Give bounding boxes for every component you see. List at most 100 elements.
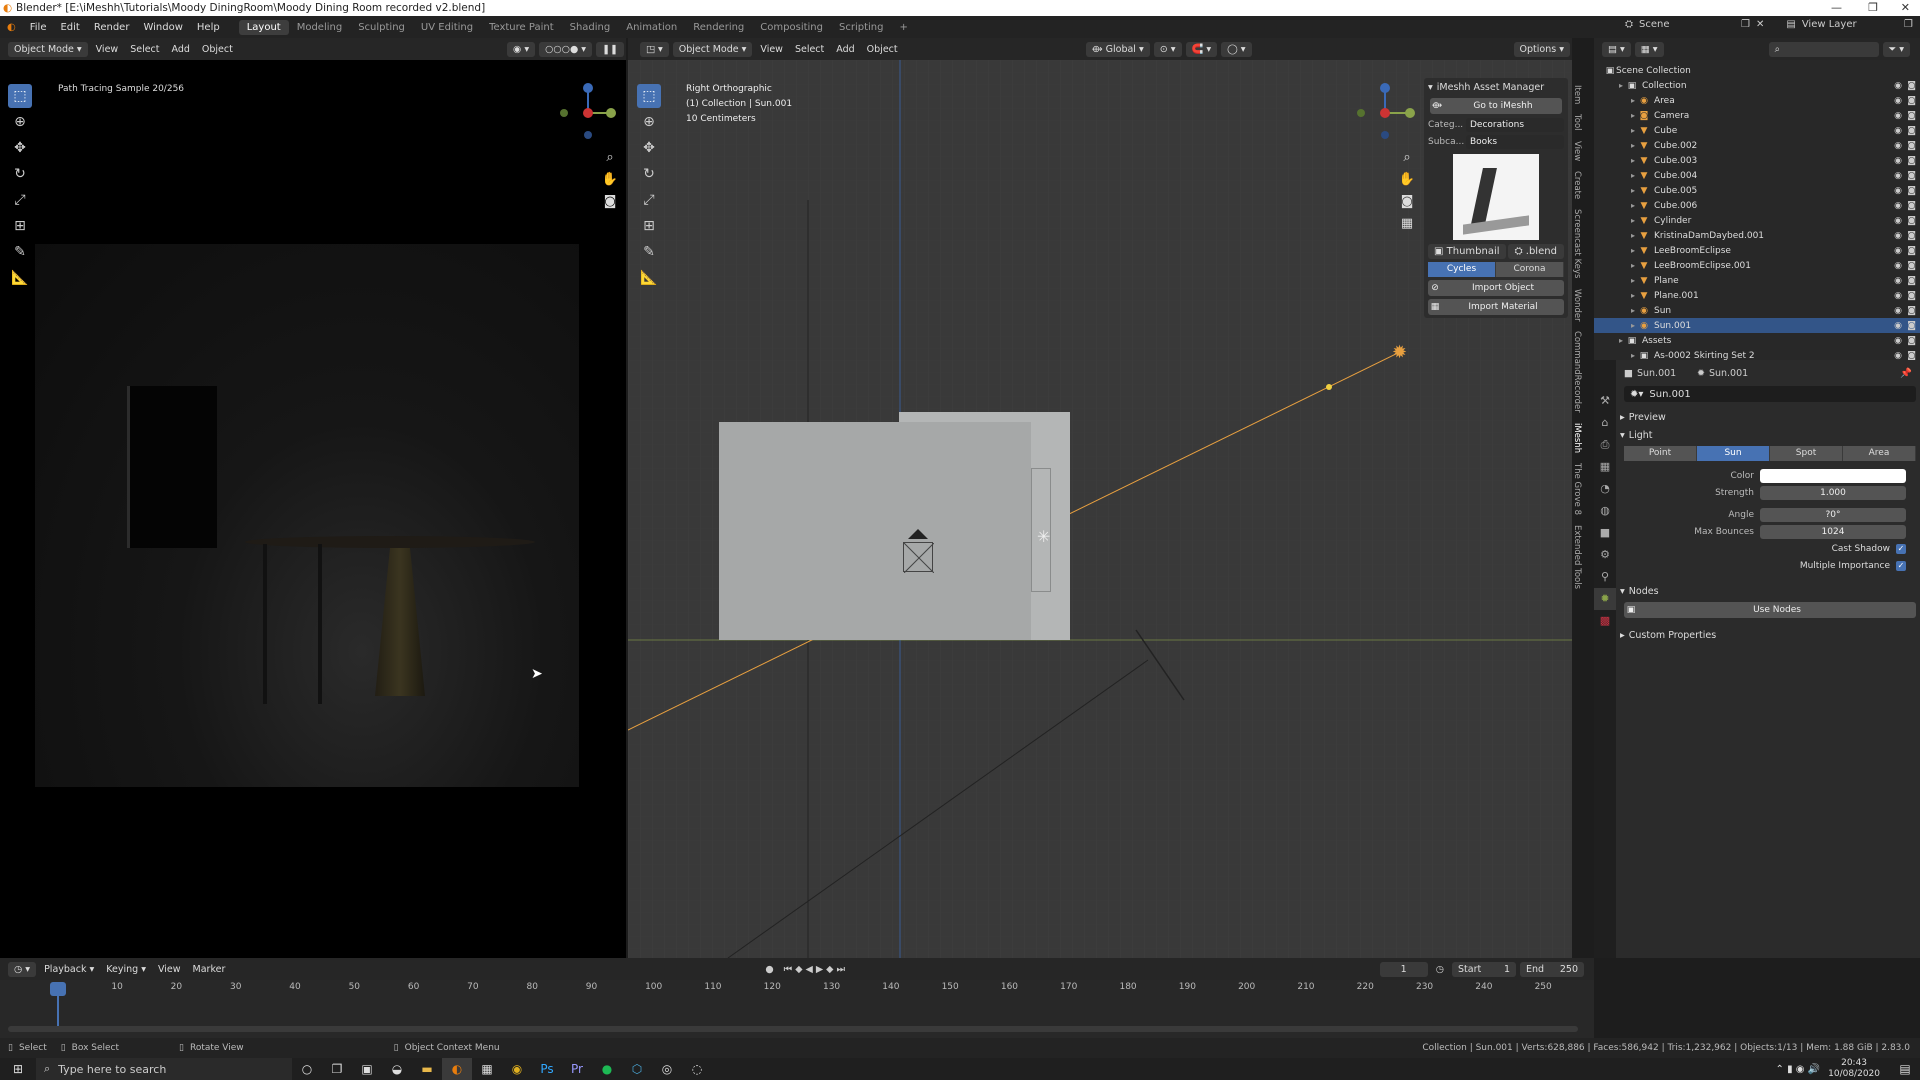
cast-shadow-checkbox[interactable]: ✓ [1896,543,1906,554]
outliner-root[interactable]: ▣ Scene Collection [1594,63,1920,78]
render-camera-icon[interactable]: ◙ [1907,306,1916,316]
menu-file[interactable]: File [23,22,54,33]
expand-toggle-icon[interactable]: ▸ [1628,276,1638,285]
expand-toggle-icon[interactable]: ▸ [1628,321,1638,330]
modifier-tab-icon[interactable]: ⚙ [1594,544,1616,566]
scene-name[interactable]: Scene [1639,19,1735,30]
visibility-eye-icon[interactable]: ◉ [1894,291,1902,301]
remove-scene-icon[interactable]: ✕ [1756,19,1764,30]
zoom-icon[interactable]: ⌕ [599,146,621,168]
playhead[interactable] [50,982,66,996]
timeline-scrollbar[interactable] [8,1026,1578,1032]
right-zoom-icon[interactable]: ⌕ [1396,146,1418,168]
tab-rendering[interactable]: Rendering [685,20,752,35]
expand-toggle-icon[interactable]: ▸ [1628,141,1638,150]
outliner-row[interactable]: ▸ ◉ Area ◉ ◙ [1594,93,1920,108]
pan-hand-icon[interactable]: ✋ [599,168,621,190]
render-camera-icon[interactable]: ◙ [1907,246,1916,256]
light-type-sun[interactable]: Sun [1697,446,1770,461]
scene-tab-icon[interactable]: ◔ [1594,478,1616,500]
timeline-menu-view[interactable]: View [152,964,187,975]
r-move-tool-icon[interactable]: ✥ [637,136,661,160]
render-camera-icon[interactable]: ◙ [1907,126,1916,136]
expand-toggle-icon[interactable]: ▸ [1628,351,1638,360]
left-overlay-toggle[interactable]: ◉ ▾ [507,41,536,57]
object-tab-icon[interactable]: ■ [1594,522,1616,544]
annotate-tool-icon[interactable]: ✎ [8,240,32,264]
view-layer-tab-icon[interactable]: ▦ [1594,456,1616,478]
move-tool-icon[interactable]: ✥ [8,136,32,160]
category-select[interactable]: Decorations [1466,117,1564,132]
pivot-select[interactable]: ⊙ ▾ [1153,41,1182,57]
world-tab-icon[interactable]: ◍ [1594,500,1616,522]
chrome-icon[interactable]: ◉ [502,1058,532,1080]
outliner-row[interactable]: ▸ ▼ Plane.001 ◉ ◙ [1594,288,1920,303]
render-camera-icon[interactable]: ◙ [1907,171,1916,181]
custom-properties-panel[interactable]: ▸ Custom Properties [1620,626,1920,644]
max-bounces-field[interactable]: 1024 [1760,524,1906,539]
right-nav-gizmo[interactable] [1355,80,1421,142]
constraint-tab-icon[interactable]: ⚲ [1594,566,1616,588]
tab-scripting[interactable]: Scripting [831,20,891,35]
import-object-button[interactable]: ⊘ Import Object [1428,280,1564,296]
premiere-icon[interactable]: Pr [562,1058,592,1080]
expand-toggle-icon[interactable]: ▸ [1628,216,1638,225]
left-mode-select[interactable]: Object Mode ▾ [8,41,88,57]
expand-toggle-icon[interactable]: ▸ [1628,246,1638,255]
render-camera-icon[interactable]: ◙ [1907,321,1916,331]
view-layer-name[interactable]: View Layer [1802,19,1898,30]
menu-render[interactable]: Render [87,22,137,33]
render-camera-icon[interactable]: ◙ [1907,201,1916,211]
thumbnail-button[interactable]: ▣ Thumbnail [1428,244,1506,259]
sidebar-tab-tool[interactable]: Tool [1572,109,1582,136]
outliner-row[interactable]: ▸ ◉ Sun ◉ ◙ [1594,303,1920,318]
subcategory-select[interactable]: Books [1466,134,1564,149]
camera-view-icon[interactable]: ◙ [599,190,621,212]
outliner-row[interactable]: ▸ ▼ Cube.006 ◉ ◙ [1594,198,1920,213]
minimize-icon[interactable]: — [1831,0,1842,16]
r-cursor-tool-icon[interactable]: ⊕ [637,110,661,134]
visibility-eye-icon[interactable]: ◉ [1894,246,1902,256]
light-type-area[interactable]: Area [1843,446,1916,461]
light-panel[interactable]: ▾ Light [1620,426,1920,444]
right-camera-view-icon[interactable]: ◙ [1396,190,1418,212]
engine-cycles-tab[interactable]: Cycles [1428,262,1496,277]
prop-data-name[interactable]: Sun.001 [1709,368,1748,379]
prop-object-name[interactable]: Sun.001 [1637,368,1693,379]
sidebar-tab-extended[interactable]: Extended Tools [1572,520,1582,594]
expand-toggle-icon[interactable]: ▸ [1616,336,1626,345]
outliner-row[interactable]: ▸ ▣ Collection ◉ ◙ [1594,78,1920,93]
light-type-point[interactable]: Point [1624,446,1697,461]
file-explorer-icon[interactable]: ▬ [412,1058,442,1080]
nodes-panel[interactable]: ▾ Nodes [1620,582,1920,600]
sun-lamp-icon[interactable]: ✳ [1037,527,1050,546]
timeline-menu-playback[interactable]: Playback ▾ [38,964,100,975]
visibility-eye-icon[interactable]: ◉ [1894,336,1902,346]
outliner-editor-type[interactable]: ▤ ▾ [1602,41,1631,57]
sidebar-tab-view[interactable]: View [1572,136,1582,166]
visibility-eye-icon[interactable]: ◉ [1894,96,1902,106]
expand-toggle-icon[interactable]: ▸ [1616,81,1626,90]
current-frame-field[interactable]: 1 [1379,961,1428,977]
taskbar-clock[interactable]: 20:43 10/08/2020 [1828,1058,1880,1080]
outliner-row[interactable]: ▸ ▼ Cube.005 ◉ ◙ [1594,183,1920,198]
outliner-filter-icon[interactable]: ⏷ ▾ [1882,41,1910,57]
visibility-eye-icon[interactable]: ◉ [1894,321,1902,331]
transform-tool-icon[interactable]: ⊞ [8,214,32,238]
visibility-eye-icon[interactable]: ◉ [1894,186,1902,196]
right-menu-object[interactable]: Object [861,44,904,55]
expand-toggle-icon[interactable]: ▸ [1628,96,1638,105]
sidebar-tab-commandrecorder[interactable]: CommandRecorder [1572,326,1582,418]
menu-window[interactable]: Window [136,22,189,33]
render-camera-icon[interactable]: ◙ [1907,186,1916,196]
right-menu-select[interactable]: Select [789,44,830,55]
app-icon-3[interactable]: ⬡ [622,1058,652,1080]
tab-compositing[interactable]: Compositing [752,20,831,35]
timeline-menu-keying[interactable]: Keying ▾ [100,964,152,975]
render-camera-icon[interactable]: ◙ [1907,216,1916,226]
outliner-row[interactable]: ▸ ▼ LeeBroomEclipse ◉ ◙ [1594,243,1920,258]
r-annotate-tool-icon[interactable]: ✎ [637,240,661,264]
expand-toggle-icon[interactable]: ▸ [1628,171,1638,180]
asset-panel-header[interactable]: ▾ iMeshh Asset Manager [1424,78,1568,96]
outliner-row[interactable]: ▸ ▼ Cube ◉ ◙ [1594,123,1920,138]
